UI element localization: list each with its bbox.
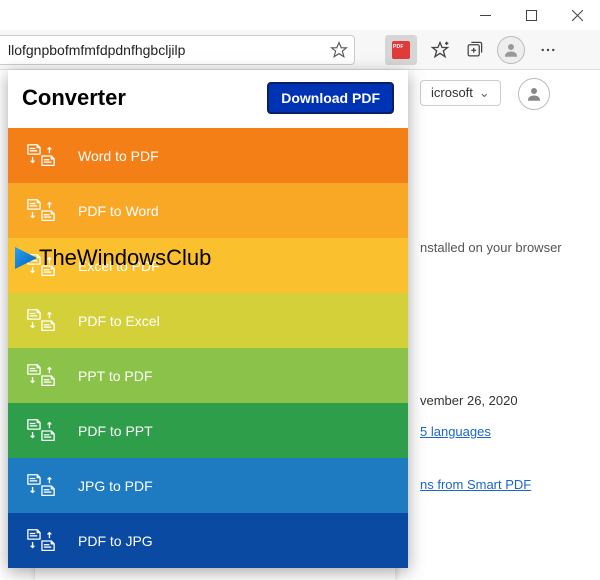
watermark-text: TheWindowsClub [39,245,211,271]
row-word-to-pdf[interactable]: Word to PDF [8,128,408,183]
convert-doc-icon [26,472,56,500]
convert-doc-icon [26,527,56,555]
watermark: TheWindowsClub [15,245,211,271]
vendor-link[interactable]: ns from Smart PDF [420,477,531,492]
download-pdf-button[interactable]: Download PDF [267,82,394,114]
convert-doc-icon [26,197,56,225]
maximize-button[interactable] [508,0,554,30]
row-label: PDF to JPG [78,533,153,549]
address-bar[interactable] [0,35,355,65]
favorites-star-plus-icon[interactable] [423,35,457,65]
microsoft-dropdown[interactable]: icrosoft ⌄ [420,80,501,106]
row-label: PDF to PPT [78,423,153,439]
ellipsis-icon [539,41,557,59]
row-pdf-to-jpg[interactable]: PDF to JPG [8,513,408,568]
row-label: JPG to PDF [78,478,153,494]
convert-doc-icon [26,142,56,170]
person-icon [502,41,520,59]
thewindowsclub-logo-icon [15,247,37,269]
row-jpg-to-pdf[interactable]: JPG to PDF [8,458,408,513]
extension-pdf-button[interactable] [385,35,417,65]
convert-doc-icon [26,307,56,335]
row-label: Word to PDF [78,148,159,164]
convert-doc-icon [26,362,56,390]
row-pdf-to-excel[interactable]: PDF to Excel [8,293,408,348]
row-ppt-to-pdf[interactable]: PPT to PDF [8,348,408,403]
person-icon [525,85,543,103]
profile-avatar-button[interactable] [497,36,525,64]
minimize-button[interactable] [462,0,508,30]
languages-link[interactable]: 5 languages [420,424,491,439]
browser-toolbar [0,30,600,70]
converter-extension-popup: Converter Download PDF Word to PDF PDF t… [8,70,408,568]
updated-date-text: vember 26, 2020 [420,385,600,416]
close-button[interactable] [554,0,600,30]
chevron-down-icon: ⌄ [479,85,490,101]
installed-status-text: nstalled on your browser [420,240,600,255]
address-input[interactable] [8,42,330,58]
page-profile-avatar[interactable] [518,78,550,110]
more-menu-button[interactable] [531,35,565,65]
convert-doc-icon [26,417,56,445]
row-label: PDF to Word [78,203,159,219]
microsoft-dropdown-label: icrosoft [431,85,473,100]
row-pdf-to-word[interactable]: PDF to Word [8,183,408,238]
row-pdf-to-ppt[interactable]: PDF to PPT [8,403,408,458]
window-titlebar [0,0,600,30]
collections-icon[interactable] [457,35,491,65]
popup-title: Converter [22,85,126,111]
favorite-star-icon[interactable] [330,41,348,59]
row-label: PPT to PDF [78,368,152,384]
row-label: PDF to Excel [78,313,160,329]
pdf-extension-icon [392,41,410,59]
